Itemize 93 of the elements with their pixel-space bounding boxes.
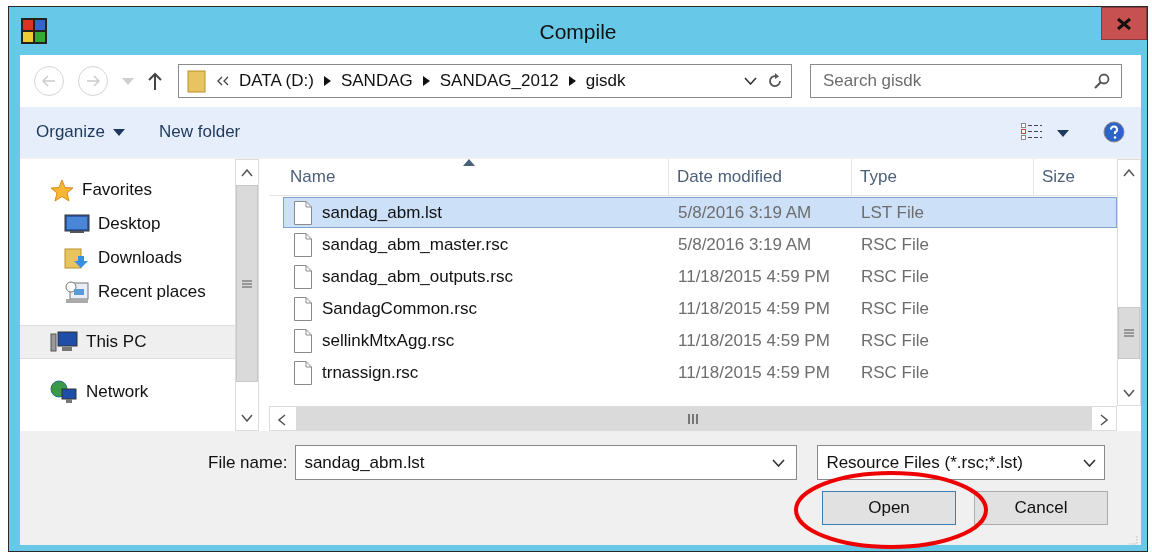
help-icon[interactable] [1103,121,1125,143]
file-row[interactable]: sandag_abm_master.rsc 5/8/2016 3:19 AM RSC File [283,229,1117,260]
chevron-right-icon [422,76,430,86]
chevron-down-icon[interactable] [1083,458,1097,467]
date-cell-text: 11/18/2015 4:59 PM [677,330,831,351]
type-cell-text: RSC File [860,234,930,255]
file-name: sandag_abm_outputs.rsc [322,266,513,287]
arrow-right-icon [86,75,100,87]
grip-icon [1124,329,1134,337]
type-cell-text: RSC File [860,330,930,351]
file-icon [294,232,312,257]
search-icon [1094,73,1110,89]
nav-item[interactable]: Network [20,375,235,409]
chevron-down-icon[interactable] [772,458,786,467]
grip-icon [242,279,252,288]
scrollbar[interactable] [1117,159,1141,406]
folder-icon [187,69,207,93]
chevron-down-icon[interactable] [1123,388,1135,397]
grip-icon [688,413,700,424]
chevron-down-icon[interactable] [744,77,757,85]
date-cell-text: 11/18/2015 4:59 PM [677,362,831,383]
breadcrumb[interactable]: SANDAG_2012 [439,71,559,91]
window-title: Compile [538,20,618,44]
file-name: sandag_abm.lst [322,202,443,223]
close-button[interactable] [1101,7,1147,40]
double-chevron-icon [217,76,229,86]
file-icon [294,296,312,321]
chevron-up-icon[interactable] [241,168,253,177]
file-name: trnassign.rsc [322,362,419,383]
star-icon [50,178,74,202]
date-cell-text: 11/18/2015 4:59 PM [677,266,831,287]
nav-item[interactable]: This PC [20,325,235,359]
recent-places-icon [64,280,90,304]
file-row[interactable]: sellinkMtxAgg.rsc 11/18/2015 4:59 PM RSC File [283,325,1117,356]
caret-icon [122,77,134,85]
file-type-dropdown[interactable]: Resource Files (*.rsc;*.lst) [817,445,1106,480]
chevron-down-icon[interactable] [241,413,253,422]
breadcrumb[interactable]: DATA (D:) [239,71,314,91]
file-row[interactable]: sandag_abm.lst 5/8/2016 3:19 AM LST File [283,197,1117,228]
breadcrumb[interactable]: gisdk [585,71,626,91]
arrow-left-icon [42,75,56,87]
caret-icon [113,128,125,136]
address-bar[interactable]: DATA (D:) SANDAG SANDAG_2012 gisdk [178,64,792,98]
search-field[interactable]: Search gisdk [810,64,1122,98]
date-cell-text: 11/18/2015 4:59 PM [677,298,831,319]
view-options-icon[interactable] [1021,123,1043,141]
cancel-button[interactable]: Cancel [974,491,1108,525]
file-name: sellinkMtxAgg.rsc [322,330,455,351]
breadcrumb[interactable]: SANDAG [340,71,413,91]
horizontal-scrollbar[interactable] [269,406,1117,431]
date-cell-text: 5/8/2016 3:19 AM [677,234,813,255]
monitor-icon [64,214,90,234]
chevron-left-icon[interactable] [277,413,286,426]
file-name: sandag_abm_master.rsc [322,234,509,255]
column-header[interactable]: Type [852,159,1034,195]
file-name: SandagCommon.rsc [322,298,477,319]
file-row[interactable]: trnassign.rsc 11/18/2015 4:59 PM RSC File [283,357,1117,388]
file-row[interactable]: SandagCommon.rsc 11/18/2015 4:59 PM RSC File [283,293,1117,324]
nav-item[interactable]: Downloads [20,241,235,275]
close-icon [1117,17,1131,30]
computer-icon [50,331,78,353]
nav-item[interactable]: Desktop [20,207,235,241]
open-button[interactable]: Open [822,491,956,525]
caret-icon [1057,130,1069,137]
nav-item[interactable]: Favorites [20,173,235,207]
file-icon [294,360,312,385]
network-icon [50,380,78,404]
type-cell-text: RSC File [860,362,930,383]
arrow-up-icon[interactable] [148,72,162,90]
chevron-up-icon[interactable] [1123,168,1135,177]
type-cell-text: RSC File [860,298,930,319]
nav-item[interactable]: Recent places [20,275,235,309]
type-cell-text: RSC File [860,266,930,287]
date-cell-text: 5/8/2016 3:19 AM [677,202,813,223]
toolbar-button[interactable]: Organize [36,118,125,146]
chevron-right-icon [568,76,576,86]
chevron-right-icon [323,76,331,86]
toolbar-button[interactable]: New folder [159,118,241,146]
refresh-icon[interactable] [767,73,783,89]
type-cell-text: LST File [860,202,925,223]
file-icon [294,200,312,225]
resize-grip-icon[interactable] [1128,535,1138,545]
file-icon [294,328,312,353]
file-row[interactable]: sandag_abm_outputs.rsc 11/18/2015 4:59 PM RSC File [283,261,1117,292]
file-icon [294,264,312,289]
chevron-right-icon[interactable] [1100,413,1109,426]
column-header[interactable]: Name [269,159,669,195]
file-name-label: File name: [208,452,288,473]
scrollbar[interactable] [235,159,259,431]
folder-download-icon [64,246,90,270]
app-icon [21,18,47,44]
column-header[interactable]: Date modified [669,159,852,195]
file-name-field[interactable]: sandag_abm.lst [295,445,798,480]
